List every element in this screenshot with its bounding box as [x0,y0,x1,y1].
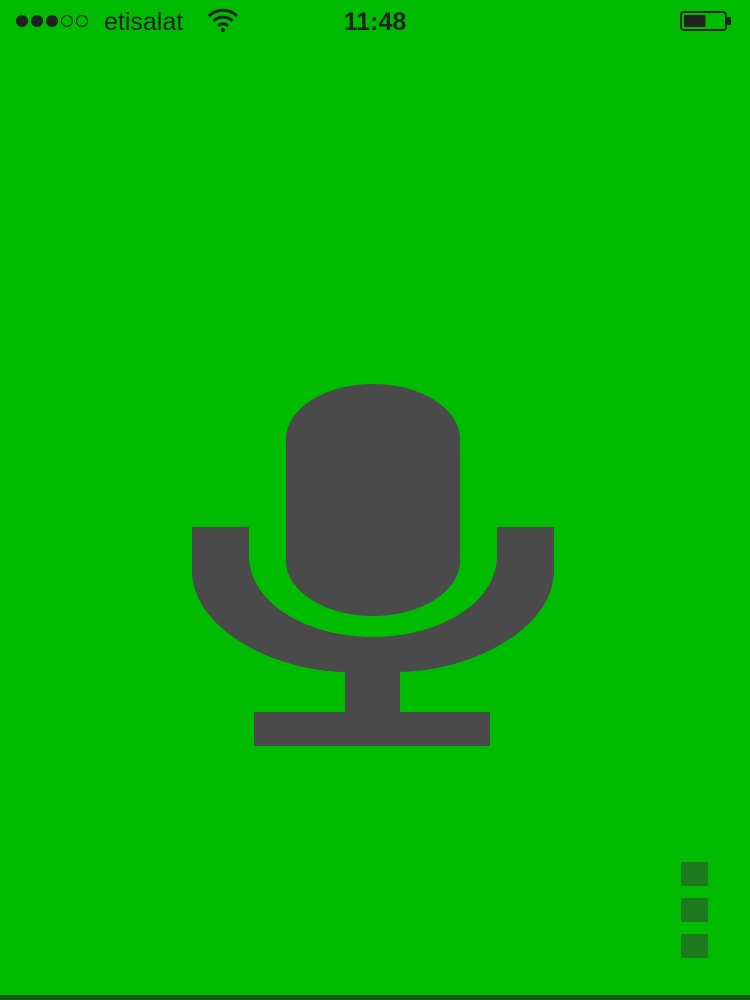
page-indicator-square[interactable] [681,898,708,922]
microphone-icon[interactable] [190,380,556,750]
page-indicator-square[interactable] [681,934,708,958]
battery-icon [680,11,731,31]
status-bar: etisalat 11:48 [0,0,750,44]
microphone-capsule [286,384,460,616]
status-time: 11:48 [343,8,407,36]
page-indicator-square[interactable] [681,862,708,886]
page-indicator [681,862,709,970]
bottom-edge [0,995,750,1000]
battery-fill [684,15,706,27]
